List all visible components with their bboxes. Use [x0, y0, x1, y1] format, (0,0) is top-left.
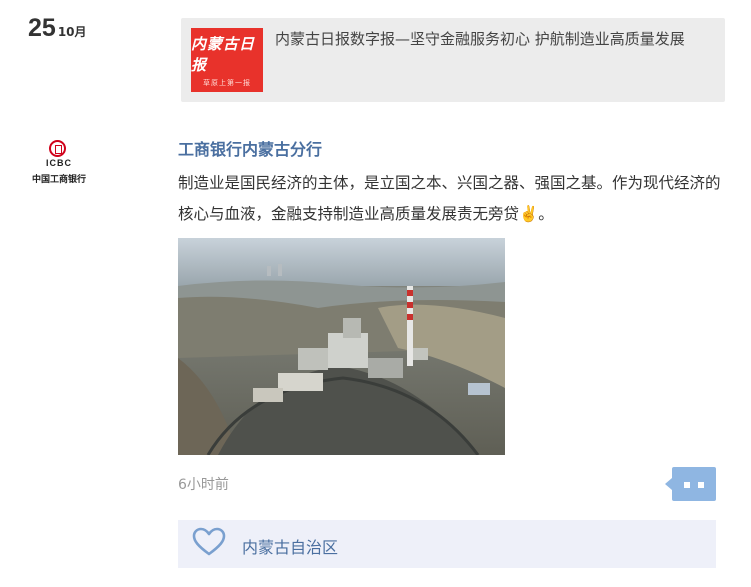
location-label[interactable]: 内蒙古自治区: [242, 534, 338, 558]
post-photo[interactable]: [178, 238, 505, 455]
date-day: 25: [28, 14, 56, 42]
avatar-brand-en: ICBC: [46, 158, 72, 168]
article-thumbnail: 内蒙古日报 草原上第一报: [191, 28, 263, 92]
comment-button[interactable]: [665, 467, 716, 501]
article-title[interactable]: 内蒙古日报数字报—坚守金融服务初心 护航制造业高质量发展: [275, 26, 719, 52]
author-avatar[interactable]: ICBC 中国工商银行: [24, 134, 94, 190]
date-month: 10月: [57, 25, 87, 39]
post-time: 6小时前: [178, 477, 229, 493]
like-bar: 内蒙古自治区: [178, 520, 716, 568]
comment-dot-icon: [698, 482, 704, 488]
post-text: 制造业是国民经济的主体，是立国之本、兴国之器、强国之基。作为现代经济的核心与血液…: [178, 174, 721, 223]
newspaper-logo: 内蒙古日报: [191, 34, 256, 74]
newspaper-slogan: 草原上第一报: [203, 78, 251, 87]
avatar-brand-cn: 中国工商银行: [31, 175, 86, 185]
icbc-emblem-icon: [49, 140, 66, 157]
heart-icon[interactable]: [192, 527, 226, 557]
author-name[interactable]: 工商银行内蒙古分行: [178, 136, 322, 160]
post-date: 25 10月: [28, 14, 87, 43]
comment-dot-icon: [684, 482, 690, 488]
shared-article-card[interactable]: 内蒙古日报 草原上第一报 内蒙古日报数字报—坚守金融服务初心 护航制造业高质量发…: [181, 18, 725, 102]
